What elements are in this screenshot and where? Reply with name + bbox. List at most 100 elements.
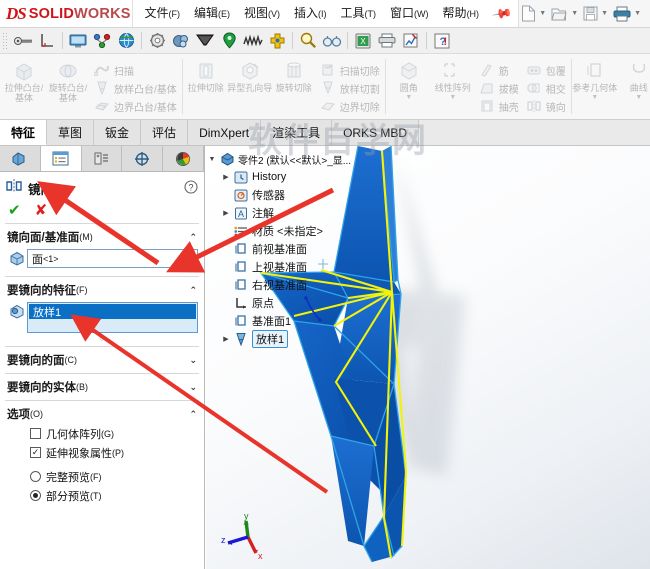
help-icon[interactable]: ? [184, 179, 198, 197]
revolve-cut-button[interactable]: 旋转切除 [272, 57, 316, 93]
fillet-button[interactable]: 圆角 ▼ [387, 57, 431, 101]
decal-icon[interactable] [241, 30, 265, 52]
geometry-pattern-checkbox[interactable] [30, 428, 41, 439]
tab-solidworks-mbd[interactable]: ORKS MBD [332, 120, 420, 145]
scene-icon[interactable] [193, 30, 217, 52]
linear-pattern-caret-icon[interactable]: ▼ [449, 94, 456, 101]
linear-pattern-button[interactable]: 线性阵列 ▼ [431, 57, 475, 101]
boundary-cut-button[interactable]: 边界切除 [316, 97, 383, 115]
extrude-boss-button[interactable]: 拉伸凸台/基体 [2, 57, 46, 103]
tree-node-sensors[interactable]: 传感器 [206, 186, 354, 204]
boundary-boss-button[interactable]: 边界凸台/基体 [90, 97, 180, 115]
camera-icon[interactable] [265, 30, 289, 52]
loft-cut-button[interactable]: 放样切割 [316, 79, 383, 97]
expand-arrow-icon[interactable]: ▼ [206, 156, 218, 163]
menu-item-window[interactable]: 窗口(W) [383, 0, 436, 28]
tree-node-origin[interactable]: 原点 [206, 294, 354, 312]
zoom-icon[interactable] [296, 30, 320, 52]
option-geometry-pattern[interactable]: 几何体阵列 (G) [0, 424, 204, 443]
search-icon[interactable] [320, 30, 344, 52]
expand-arrow-icon[interactable]: ▶ [220, 173, 232, 181]
sweep-button[interactable]: 扫描 [90, 61, 180, 79]
cancel-button[interactable]: ✘ [35, 201, 48, 219]
wrap-button[interactable]: 包覆 [522, 61, 569, 79]
tree-node-loft1-label[interactable]: 放样1 [252, 330, 289, 348]
dimxpert-manager-tab[interactable] [122, 146, 164, 171]
tree-node-right-plane[interactable]: 右视基准面 [206, 276, 354, 294]
relation-icon[interactable] [35, 30, 59, 52]
menu-item-edit[interactable]: 编辑(E) [187, 0, 237, 28]
draft-button[interactable]: 拔模 [475, 79, 522, 97]
print-caret-icon[interactable]: ▼ [634, 10, 641, 17]
features-to-mirror-list[interactable]: 放样1 [27, 302, 198, 333]
section-faces-to-mirror-header[interactable]: 要镜向的面 (C) ⌄ [0, 350, 204, 370]
accept-button[interactable]: ✔ [8, 201, 21, 219]
help-icon[interactable]: ?! [430, 30, 454, 52]
fillet-caret-icon[interactable]: ▼ [405, 94, 412, 101]
intersect-button[interactable]: 相交 [522, 79, 569, 97]
section-features-to-mirror-header[interactable]: 要镜向的特征 (F) ⌃ [0, 280, 204, 300]
rib-button[interactable]: 筋 [475, 61, 522, 79]
tree-node-history[interactable]: ▶ History [206, 168, 354, 186]
chevron-down-icon[interactable]: ⌄ [189, 355, 197, 366]
light-icon[interactable] [217, 30, 241, 52]
curves-button[interactable]: 曲线 ▼ [617, 57, 650, 101]
section-bodies-to-mirror-header[interactable]: 要镜向的实体 (B) ⌄ [0, 377, 204, 397]
section-mirror-face-plane-header[interactable]: 镜向面/基准面 (M) ⌃ [0, 227, 204, 247]
options-gear-icon[interactable] [145, 30, 169, 52]
tree-node-plane1[interactable]: 基准面1 [206, 312, 354, 330]
menu-item-file[interactable]: 文件(F) [137, 0, 187, 28]
propagate-visual-checkbox[interactable]: ✓ [30, 447, 41, 458]
expand-arrow-icon[interactable]: ▶ [220, 335, 232, 343]
partial-preview-radio[interactable] [30, 490, 41, 501]
extrude-cut-button[interactable]: 拉伸切除 [184, 57, 228, 93]
tab-dimxpert[interactable]: DimXpert [188, 120, 262, 145]
loft-boss-button[interactable]: 放样凸台/基体 [90, 79, 180, 97]
chevron-up-icon[interactable]: ⌃ [189, 232, 197, 243]
open-document-caret-icon[interactable]: ▼ [571, 10, 578, 17]
reference-geometry-caret-icon[interactable]: ▼ [591, 94, 598, 101]
shell-button[interactable]: 抽壳 [475, 97, 522, 115]
print-button[interactable] [611, 6, 633, 22]
resize-dots[interactable]: ○ [0, 334, 204, 343]
list-item[interactable]: 放样1 [29, 304, 196, 319]
tab-evaluate[interactable]: 评估 [141, 120, 189, 145]
reference-geometry-button[interactable]: 参考几何体 ▼ [572, 57, 617, 101]
menu-item-tools[interactable]: 工具(T) [334, 0, 384, 28]
hole-wizard-button[interactable]: 异型孔向导 [227, 57, 272, 93]
tab-features[interactable]: 特征 [0, 120, 48, 145]
display-style-icon[interactable] [66, 30, 90, 52]
rebuild-icon[interactable] [399, 30, 423, 52]
tab-sheetmetal[interactable]: 钣金 [94, 120, 142, 145]
tab-render-tools[interactable]: 渲染工具 [261, 120, 333, 145]
tree-node-front-plane[interactable]: 前视基准面 [206, 240, 354, 258]
tab-sketch[interactable]: 草图 [47, 120, 95, 145]
expand-arrow-icon[interactable]: ▶ [220, 209, 232, 217]
new-document-button[interactable] [519, 5, 538, 22]
open-document-button[interactable] [549, 6, 570, 22]
new-document-caret-icon[interactable]: ▼ [539, 10, 546, 17]
mirror-face-input[interactable]: 面 <1> [27, 249, 198, 268]
option-propagate-visual[interactable]: ✓ 延伸视象属性 (P) [0, 443, 204, 462]
toolbar-grip[interactable] [2, 31, 8, 50]
feature-tree-tab[interactable] [0, 146, 41, 171]
save-button[interactable] [581, 6, 600, 21]
chevron-up-icon[interactable]: ⌃ [189, 409, 197, 420]
tree-node-annotations[interactable]: ▶ A 注解 [206, 204, 354, 222]
tree-node-top-plane[interactable]: 上视基准面 [206, 258, 354, 276]
chevron-down-icon[interactable]: ⌄ [189, 382, 197, 393]
menu-item-help[interactable]: 帮助(H) [436, 0, 487, 28]
print-preview-icon[interactable] [375, 30, 399, 52]
property-manager-tab[interactable] [40, 146, 82, 171]
configuration-manager-tab[interactable] [81, 146, 123, 171]
globe-icon[interactable] [114, 30, 138, 52]
display-manager-tab[interactable] [163, 146, 204, 171]
save-caret-icon[interactable]: ▼ [601, 10, 608, 17]
chevron-up-icon[interactable]: ⌃ [189, 285, 197, 296]
curves-caret-icon[interactable]: ▼ [635, 94, 642, 101]
section-options-header[interactable]: 选项 (O) ⌃ [0, 404, 204, 424]
menu-item-view[interactable]: 视图(V) [237, 0, 287, 28]
assembly-icon[interactable] [90, 30, 114, 52]
menu-item-insert[interactable]: 插入(I) [287, 0, 334, 28]
option-full-preview[interactable]: 完整预览 (F) [0, 467, 204, 486]
